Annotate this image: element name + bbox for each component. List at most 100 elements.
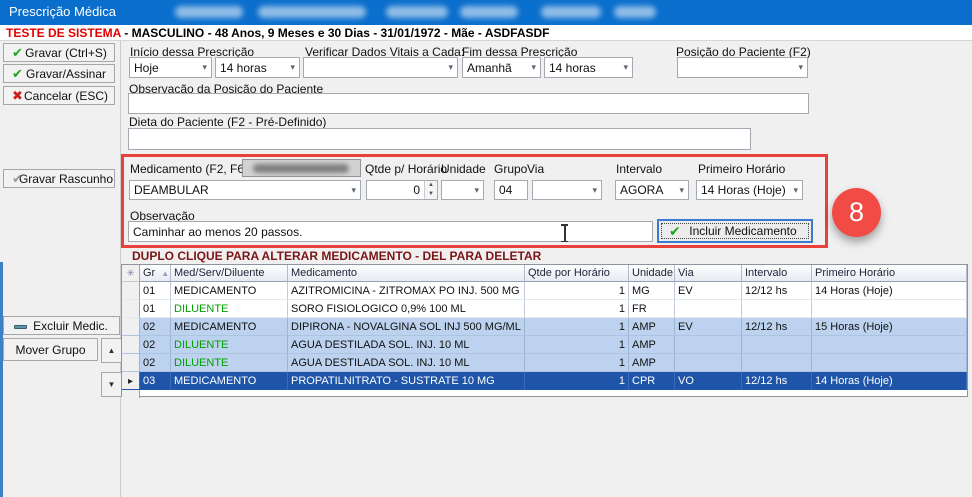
column-header-primeiro[interactable]: Primeiro Horário [812, 265, 967, 282]
end-time-select[interactable]: 14 horas ▾ [544, 57, 633, 78]
group-input[interactable]: 04 [494, 180, 528, 200]
cell-qtde: 1 [525, 282, 629, 300]
route-select[interactable]: ▾ [532, 180, 602, 200]
cell-tipo: MEDICAMENTO [171, 282, 288, 300]
row-pointer-icon: ▸ [128, 376, 133, 387]
step-8-badge: 8 [832, 188, 881, 237]
cancel-button[interactable]: ✖ Cancelar (ESC) [3, 86, 115, 105]
interval-select[interactable]: AGORA ▾ [615, 180, 689, 200]
unit-select[interactable]: ▾ [441, 180, 484, 200]
chevron-down-icon: ▾ [290, 62, 295, 73]
cross-icon: ✖ [12, 89, 23, 102]
cell-tipo: DILUENTE [171, 300, 288, 318]
title-bar[interactable]: Prescrição Médica [0, 0, 972, 25]
cell-qtde: 1 [525, 372, 629, 390]
save-sign-button[interactable]: ✔ Gravar/Assinar [3, 64, 115, 83]
table-row[interactable]: 02 DILUENTE AGUA DESTILADA SOL. INJ. 10 … [122, 354, 967, 372]
move-group-label: Mover Grupo [15, 343, 85, 357]
chevron-down-icon: ▾ [623, 62, 628, 73]
cell-intervalo: 12/12 hs [742, 372, 812, 390]
diet-input[interactable] [128, 128, 751, 150]
window-title: Prescrição Médica [9, 4, 116, 19]
cell-unidade: FR [629, 300, 675, 318]
cell-unidade: AMP [629, 318, 675, 336]
column-header-medicamento[interactable]: Medicamento [288, 265, 525, 282]
cell-primeiro: 15 Horas (Hoje) [812, 318, 967, 336]
medication-value: DEAMBULAR [134, 183, 209, 197]
column-header-intervalo[interactable]: Intervalo [742, 265, 812, 282]
observation-input[interactable]: Caminhar ao menos 20 passos. [128, 221, 653, 242]
chevron-down-icon: ▾ [592, 185, 597, 196]
column-header-gr[interactable]: Gr▲ [140, 265, 171, 282]
medication-select[interactable]: DEAMBULAR ▾ [129, 180, 361, 200]
group-label: Grupo [494, 162, 527, 176]
table-row[interactable]: 01 MEDICAMENTO AZITROMICINA - ZITROMAX P… [122, 282, 967, 300]
redacted-button[interactable] [242, 159, 361, 177]
include-medication-button[interactable]: ✔ Incluir Medicamento [657, 219, 813, 243]
redacted-title-text [541, 6, 601, 18]
cell-via: EV [675, 318, 742, 336]
end-time-value: 14 horas [549, 61, 596, 75]
table-row[interactable]: 02 DILUENTE AGUA DESTILADA SOL. INJ. 10 … [122, 336, 967, 354]
qty-per-time-stepper[interactable]: 0 ▲ ▼ [366, 180, 438, 200]
start-day-select[interactable]: Hoje ▾ [129, 57, 212, 78]
table-row-selected[interactable]: ▸ 03 MEDICAMENTO PROPATILNITRATO - SUSTR… [122, 372, 967, 390]
patient-header: TESTE DE SISTEMA - MASCULINO - 48 Anos, … [0, 25, 972, 41]
end-day-select[interactable]: Amanhã ▾ [462, 57, 541, 78]
position-observation-input[interactable] [128, 93, 809, 114]
cell-medicamento: SORO FISIOLOGICO 0,9% 100 ML [288, 300, 525, 318]
cell-primeiro: 14 Horas (Hoje) [812, 372, 967, 390]
asterisk-icon: ✳ [127, 268, 135, 278]
first-time-label: Primeiro Horário [698, 162, 785, 176]
focus-ring [660, 222, 810, 240]
cell-primeiro: 14 Horas (Hoje) [812, 282, 967, 300]
chevron-down-icon: ▾ [531, 62, 536, 73]
save-sign-button-label: Gravar/Assinar [26, 67, 106, 81]
redacted-title-text [258, 6, 366, 18]
redacted-title-text [175, 6, 243, 18]
vitals-check-select[interactable]: ▾ [303, 57, 458, 78]
stepper-arrows[interactable]: ▲ ▼ [424, 181, 437, 199]
move-group-up-button[interactable]: ▲ [101, 338, 122, 363]
save-draft-button-label: Gravar Rascunho [19, 172, 113, 186]
save-draft-button[interactable]: ✔ Gravar Rascunho [3, 169, 115, 188]
column-header-qtde[interactable]: Qtde por Horário [525, 265, 629, 282]
delete-medication-button[interactable]: Excluir Medic. [3, 316, 120, 335]
cell-intervalo [742, 336, 812, 354]
cell-unidade: MG [629, 282, 675, 300]
cell-medicamento: AZITROMICINA - ZITROMAX PO INJ. 500 MG [288, 282, 525, 300]
start-time-select[interactable]: 14 horas ▾ [215, 57, 300, 78]
patient-position-select[interactable]: ▾ [677, 57, 808, 78]
cell-via [675, 354, 742, 372]
cell-qtde: 1 [525, 354, 629, 372]
table-header-row: ✳ Gr▲ Med/Serv/Diluente Medicamento Qtde… [122, 265, 967, 282]
cell-medicamento: PROPATILNITRATO - SUSTRATE 10 MG [288, 372, 525, 390]
cell-primeiro [812, 336, 967, 354]
check-icon: ✔ [669, 223, 681, 240]
arrow-down-icon: ▼ [108, 380, 116, 389]
first-time-value: 14 Horas (Hoje) [701, 183, 786, 197]
table-row[interactable]: 02 MEDICAMENTO DIPIRONA - NOVALGINA SOL … [122, 318, 967, 336]
interval-value: AGORA [620, 183, 663, 197]
cell-via [675, 336, 742, 354]
observation-value: Caminhar ao menos 20 passos. [133, 225, 302, 239]
save-button-label: Gravar (Ctrl+S) [25, 46, 107, 60]
cell-tipo: DILUENTE [171, 354, 288, 372]
move-group-down-button[interactable]: ▼ [101, 372, 122, 397]
chevron-down-icon: ▾ [793, 185, 798, 196]
table-row[interactable]: 01 DILUENTE SORO FISIOLOGICO 0,9% 100 ML… [122, 300, 967, 318]
start-time-value: 14 horas [220, 61, 267, 75]
diet-label: Dieta do Paciente (F2 - Pré-Definido) [129, 115, 326, 129]
end-day-value: Amanhã [467, 61, 512, 75]
row-selector-cell: ▸ [122, 372, 140, 390]
column-header-unidade[interactable]: Unidade [629, 265, 675, 282]
qty-per-time-label: Qtde p/ Horário [365, 162, 447, 176]
first-time-select[interactable]: 14 Horas (Hoje) ▾ [696, 180, 803, 200]
save-button[interactable]: ✔ Gravar (Ctrl+S) [3, 43, 115, 62]
cell-via [675, 300, 742, 318]
column-header-via[interactable]: Via [675, 265, 742, 282]
move-group-button[interactable]: Mover Grupo [3, 338, 98, 361]
check-icon: ✔ [12, 46, 23, 59]
chevron-down-icon: ▾ [202, 62, 207, 73]
column-header-tipo[interactable]: Med/Serv/Diluente [171, 265, 288, 282]
